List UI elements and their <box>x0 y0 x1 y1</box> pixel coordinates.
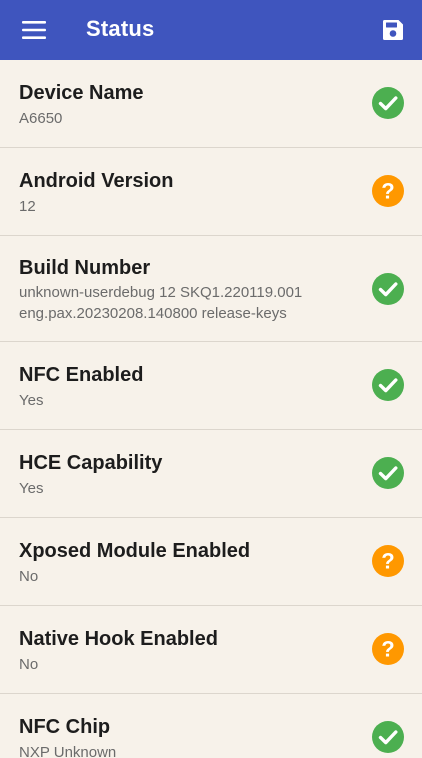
list-item[interactable]: Device Name A6650 <box>0 60 422 148</box>
item-value: Yes <box>19 392 44 409</box>
svg-text:?: ? <box>381 549 394 574</box>
question-circle-icon: ? <box>372 175 404 207</box>
svg-text:?: ? <box>381 179 394 204</box>
menu-button[interactable] <box>14 12 54 48</box>
check-circle-icon <box>372 87 404 119</box>
item-value: A6650 <box>19 110 63 127</box>
check-circle-icon <box>372 457 404 489</box>
page-title: Status <box>86 16 155 41</box>
item-title: NFC Chip <box>19 716 111 738</box>
status-list: Device Name A6650 Android Version 12? Build … <box>0 60 422 758</box>
list-item[interactable]: NFC Enabled Yes <box>0 342 422 430</box>
list-item[interactable]: Xposed Module Enabled No? <box>0 518 422 606</box>
list-item[interactable]: Android Version 12? <box>0 148 422 236</box>
item-title: Build Number <box>19 257 151 279</box>
item-value: NXP Unknown <box>19 744 117 758</box>
item-title: Device Name <box>19 82 144 104</box>
list-item[interactable]: HCE Capability Yes <box>0 430 422 518</box>
check-circle-icon <box>372 721 404 753</box>
item-title: Native Hook Enabled <box>19 628 218 650</box>
item-value: 12 <box>19 198 36 215</box>
item-title: Xposed Module Enabled <box>19 540 251 562</box>
item-value: No <box>19 568 39 585</box>
svg-text:?: ? <box>381 637 394 662</box>
list-item[interactable]: Build Number unknown-userdebug 12 SKQ1.22… <box>0 236 422 342</box>
list-item[interactable]: Native Hook Enabled No? <box>0 606 422 694</box>
item-value: unknown-userdebug 12 SKQ1.220119.001 eng… <box>19 284 303 322</box>
item-title: HCE Capability <box>19 452 163 474</box>
status-screen: Status Device Name A6650 Android Version 12… <box>0 0 422 758</box>
save-button[interactable] <box>374 11 412 49</box>
question-circle-icon: ? <box>372 545 404 577</box>
question-circle-icon: ? <box>372 633 404 665</box>
list-item[interactable]: NFC Chip NXP Unknown <box>0 694 422 758</box>
item-value: No <box>19 656 39 673</box>
item-title: Android Version <box>19 170 174 192</box>
item-title: NFC Enabled <box>19 364 144 386</box>
check-circle-icon <box>372 369 404 401</box>
check-circle-icon <box>372 273 404 305</box>
app-bar: Status <box>0 0 422 60</box>
menu-icon <box>22 21 46 39</box>
save-icon <box>383 20 403 40</box>
item-value: Yes <box>19 480 44 497</box>
